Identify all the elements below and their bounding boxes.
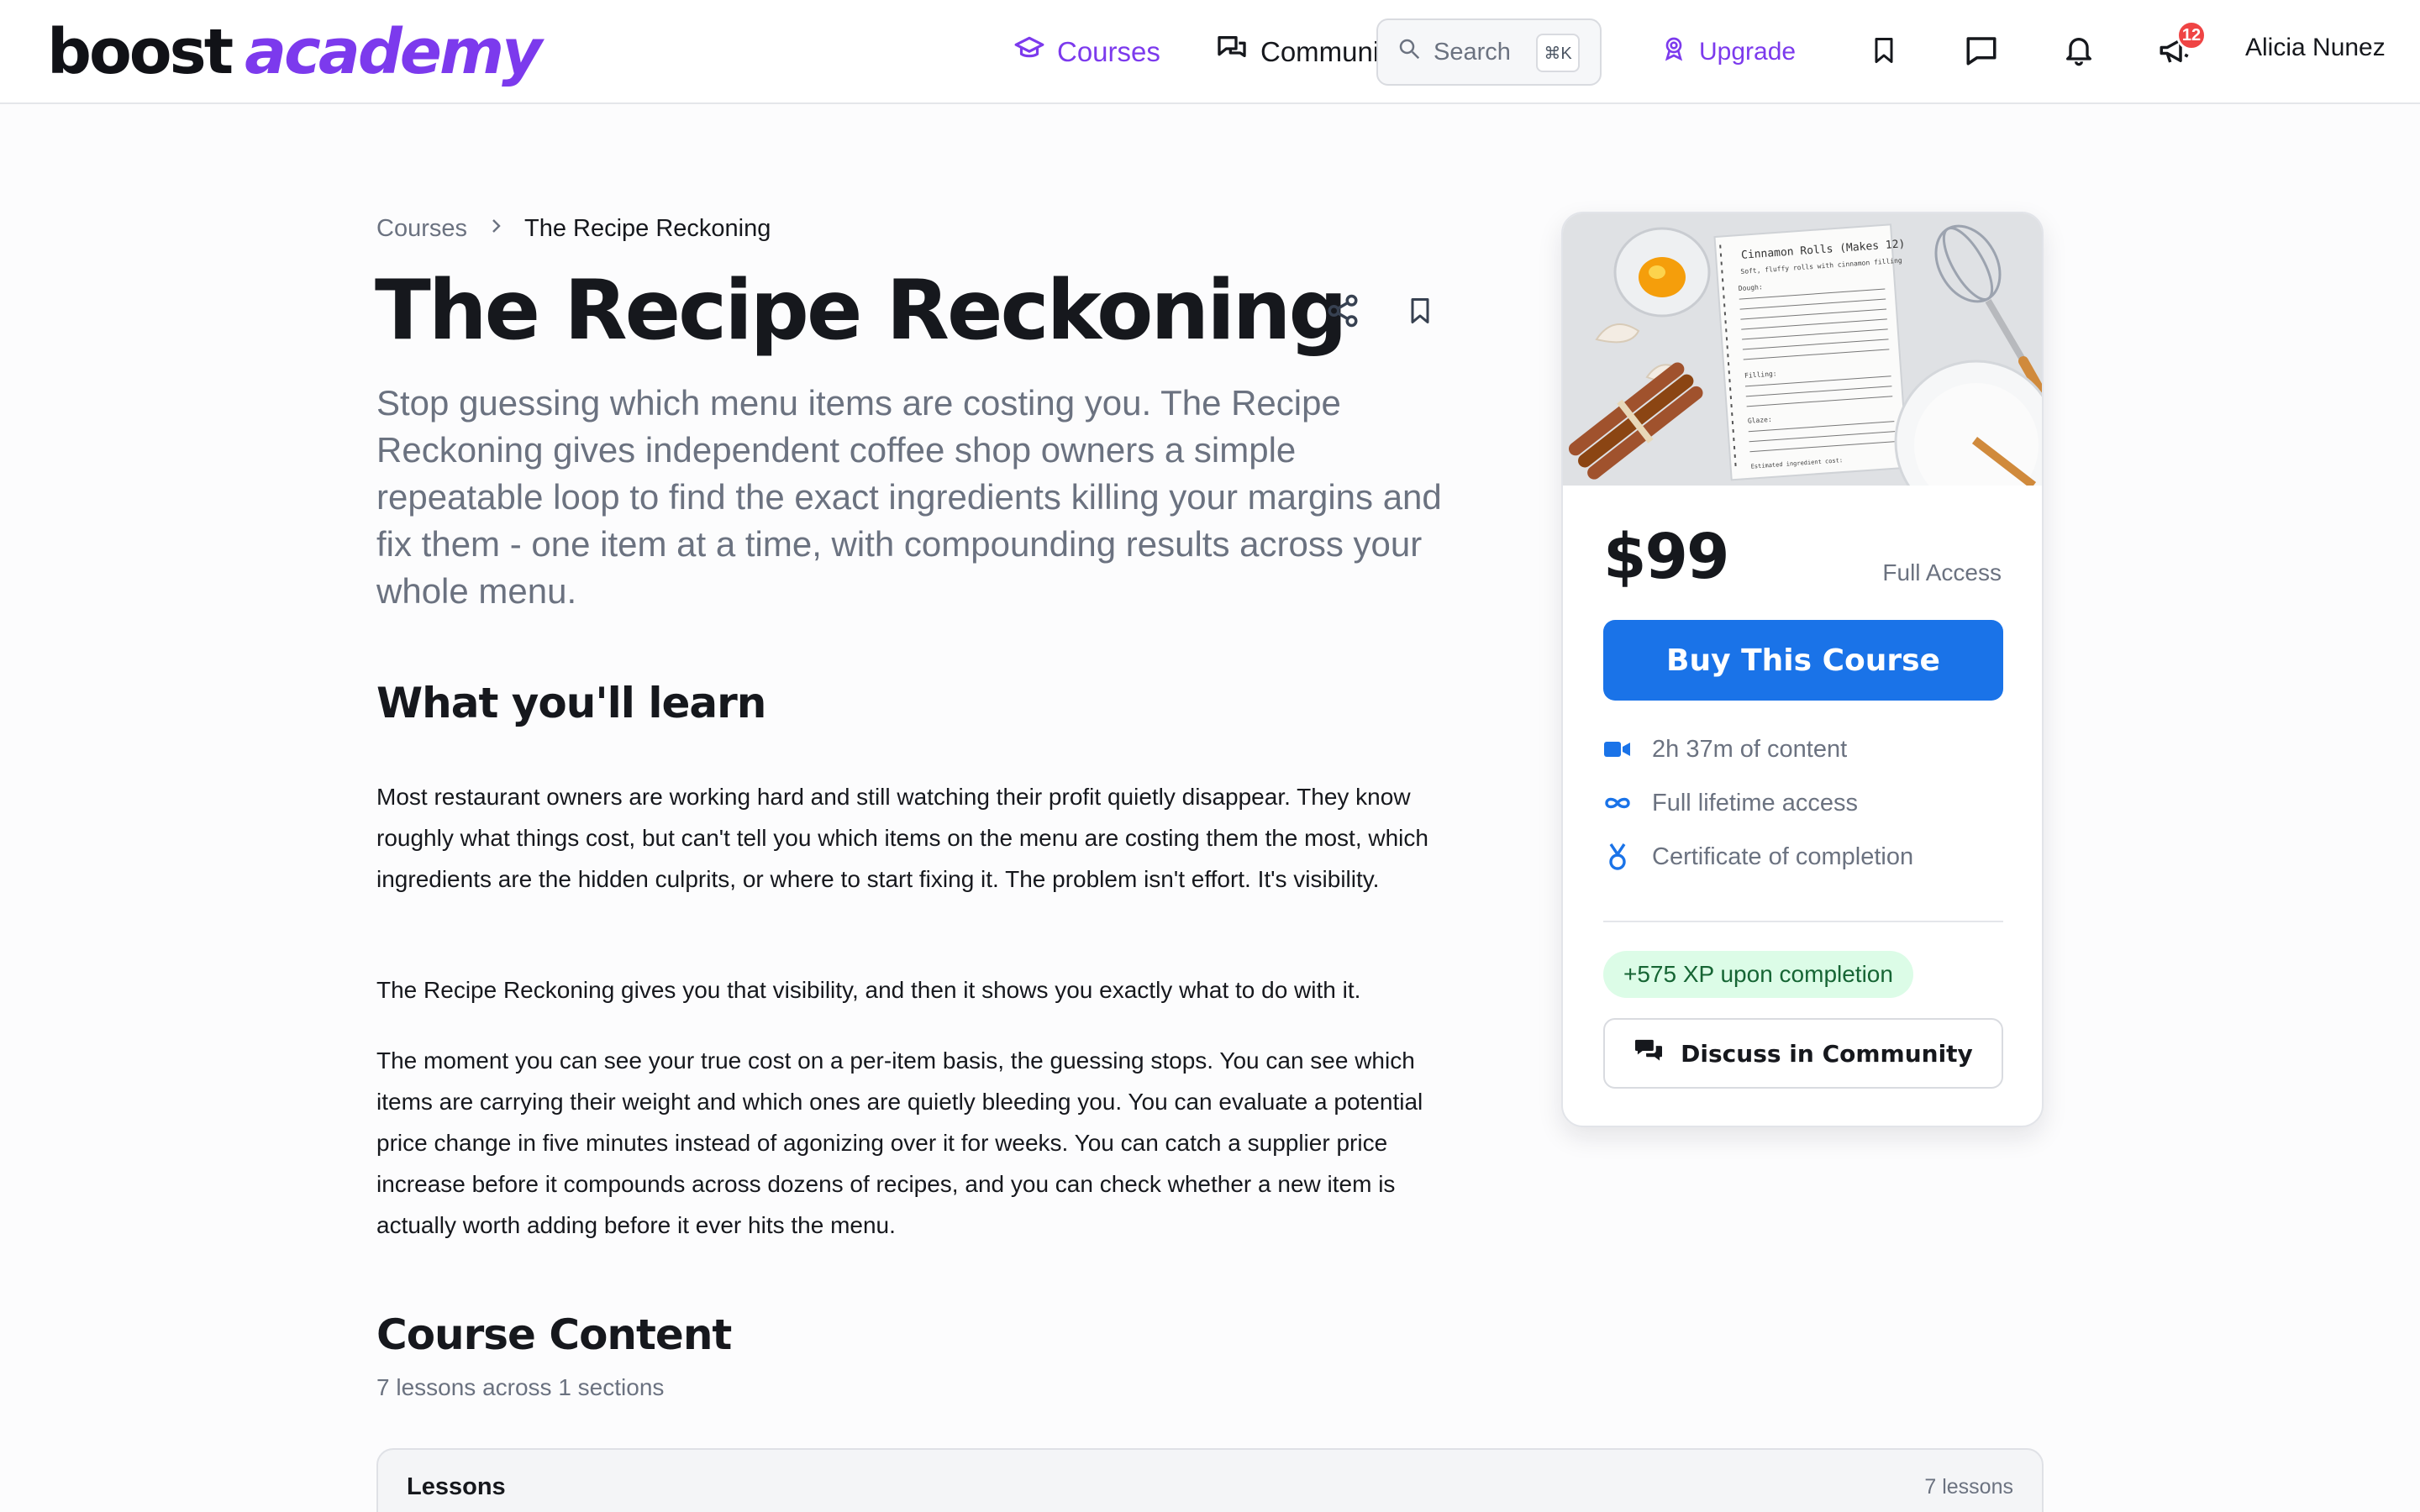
page-title: The Recipe Reckoning [375,263,1348,359]
feature-lifetime-access: Full lifetime access [1603,786,1858,820]
messages-button[interactable] [1960,30,2003,74]
logo[interactable]: boost academy [47,15,542,89]
discuss-in-community-button[interactable]: Discuss in Community [1603,1018,2003,1089]
notifications-button[interactable] [2057,30,2101,74]
breadcrumb-current: The Recipe Reckoning [524,214,771,242]
bookmark-icon [1869,34,1899,71]
logo-text-boost: boost [47,16,234,88]
xp-reward-badge: +575 XP upon completion [1603,951,1913,998]
bookmark-icon [1405,294,1435,332]
feature-text: Certificate of completion [1652,843,1914,870]
lessons-count: 7 lessons [1924,1475,2013,1499]
medal-icon [1603,843,1632,871]
course-price: $99 [1603,521,1729,593]
feature-certificate: Certificate of completion [1603,840,1913,874]
lessons-section[interactable]: Lessons 7 lessons [376,1448,2044,1512]
course-thumbnail: Cinnamon Rolls (Makes 12) Soft, fluffy r… [1563,213,2042,524]
breadcrumb: Courses The Recipe Reckoning [376,212,771,245]
chat-bubbles-icon [1634,1037,1664,1070]
feature-text: 2h 37m of content [1652,735,1848,763]
video-icon [1603,735,1632,764]
share-button[interactable] [1321,291,1365,334]
search-input[interactable]: Search ⌘K [1376,18,1602,86]
course-content-heading: Course Content [376,1310,732,1359]
top-navigation: boost academy Courses Community Search ⌘K… [0,0,2420,104]
chevron-right-icon [486,215,506,243]
upgrade-link[interactable]: Upgrade [1660,32,1796,72]
nav-community[interactable]: Community [1215,32,1401,72]
chat-bubbles-icon [1215,32,1249,72]
learn-heading: What you'll learn [376,679,766,727]
learn-paragraph: Most restaurant owners are working hard … [376,784,1428,892]
notification-count-badge: 12 [2176,20,2207,50]
feature-content-length: 2h 37m of content [1603,732,1847,766]
nav-courses-label: Courses [1057,36,1160,67]
upgrade-label: Upgrade [1699,38,1797,66]
discuss-label: Discuss in Community [1681,1039,1973,1068]
user-menu[interactable]: Alicia Nunez [2245,34,2386,62]
access-tier: Full Access [1882,559,2002,585]
infinity-icon [1603,789,1632,817]
feature-text: Full lifetime access [1652,789,1858,816]
graduation-cap-icon [1013,33,1045,71]
learn-paragraph: The Recipe Reckoning gives you that visi… [376,977,1361,1003]
course-content-meta: 7 lessons across 1 sections [376,1374,665,1400]
learn-paragraph: The moment you can see your true cost on… [376,1047,1423,1238]
bookmarks-button[interactable] [1862,30,1906,74]
divider [1603,921,2003,922]
nav-courses[interactable]: Courses [1013,32,1160,72]
bell-icon [2062,34,2096,71]
save-course-button[interactable] [1398,291,1442,334]
chat-icon [1964,33,1999,72]
award-icon [1660,35,1687,69]
logo-text-academy: academy [245,16,542,88]
search-shortcut-hint: ⌘K [1536,34,1580,72]
breadcrumb-courses-link[interactable]: Courses [376,215,467,243]
purchase-card: Cinnamon Rolls (Makes 12) Soft, fluffy r… [1561,212,2044,1127]
title-actions [1321,291,1442,334]
lessons-label: Lessons [407,1473,506,1500]
share-icon [1325,293,1360,333]
course-subtitle: Stop guessing which menu items are costi… [376,383,1442,611]
search-icon [1397,36,1422,68]
buy-course-button[interactable]: Buy This Course [1603,620,2003,701]
search-placeholder: Search [1434,38,1511,66]
